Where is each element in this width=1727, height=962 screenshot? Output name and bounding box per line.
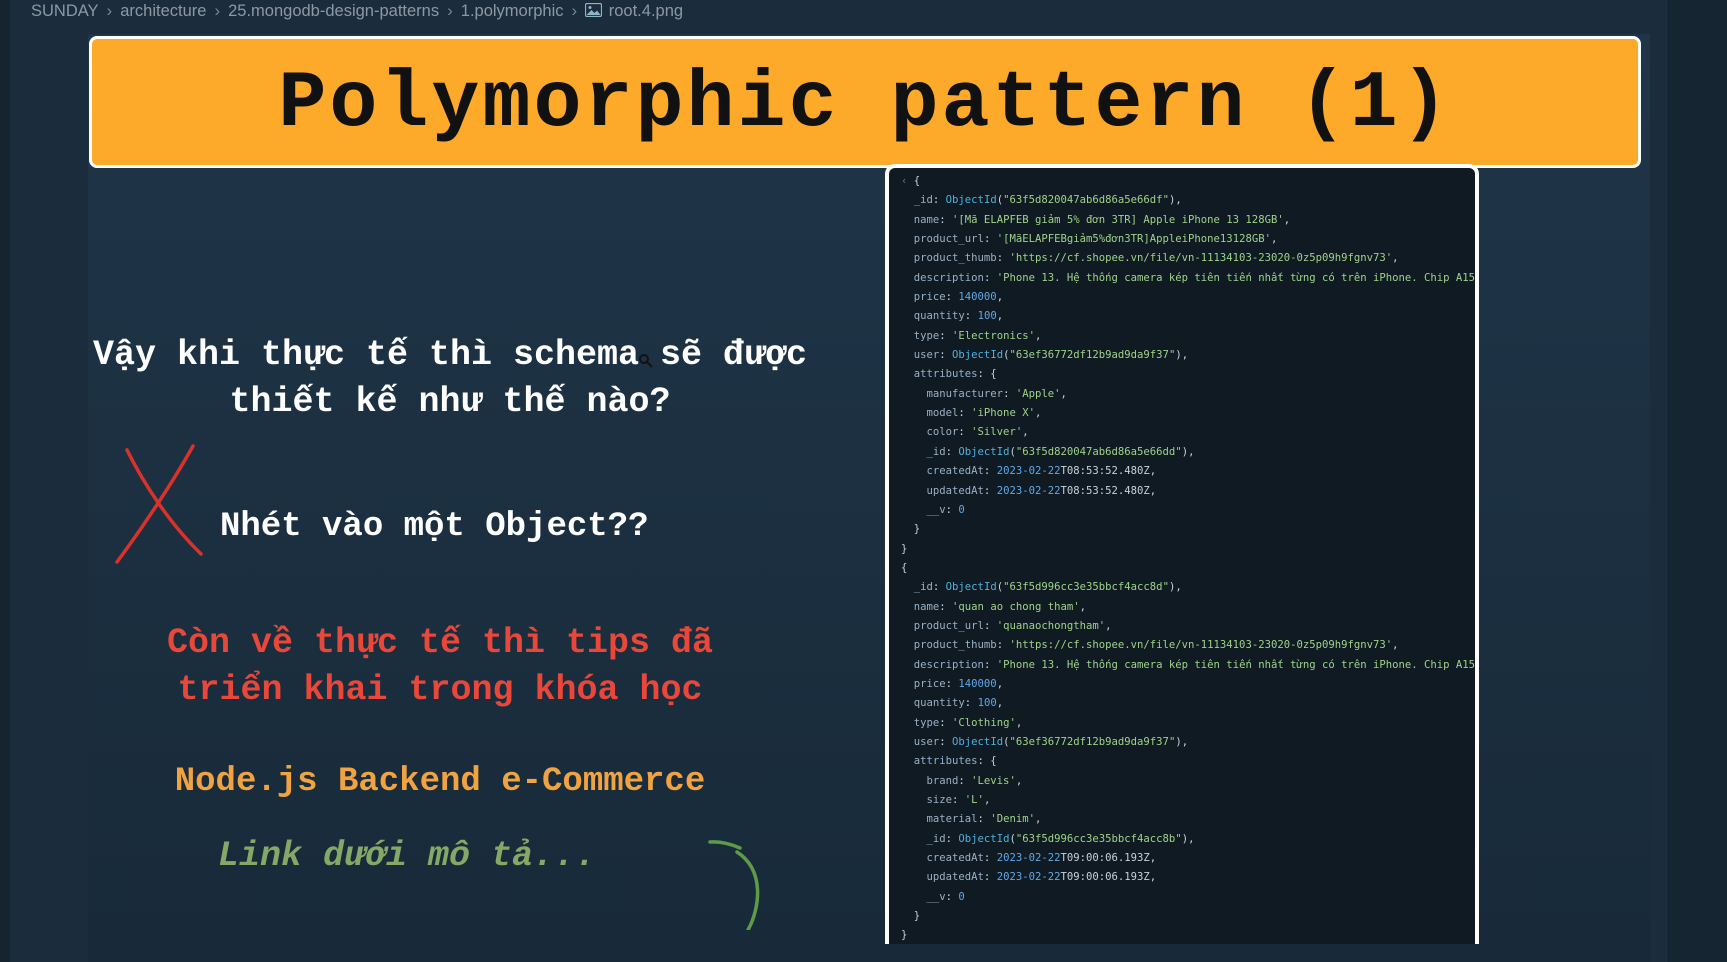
wrong-option-text: Nhét vào một Object?? [220,508,649,546]
image-icon [585,2,603,17]
tips-line-2: triển khai trong khóa học [177,670,703,710]
collapse-caret-icon[interactable]: ‹ [901,175,907,187]
breadcrumb: SUNDAY › architecture › 25.mongodb-desig… [31,0,683,22]
title-banner: Polymorphic pattern (1) [89,36,1641,168]
cursor-icon [639,354,653,368]
chevron-right-icon: › [447,1,453,20]
course-name: Node.js Backend e-Commerce [174,763,706,801]
chevron-right-icon: › [214,1,221,20]
editor-gutter [0,0,10,962]
slide-title: Polymorphic pattern (1) [278,58,1452,150]
curved-arrow-icon [708,840,760,930]
breadcrumb-file-label: root.4.png [608,1,684,20]
breadcrumb-item-sunday[interactable]: SUNDAY [31,2,99,21]
code-panel: ‹ { _id: ObjectId("63f5d820047ab6d86a5e6… [885,164,1479,944]
breadcrumb-item-file[interactable]: root.4.png [585,2,683,21]
link-hint: Link dưới mô tả... [218,836,597,876]
cross-icon [115,444,203,564]
chevron-right-icon: › [106,1,113,20]
breadcrumb-item-polymorphic[interactable]: 1.polymorphic [461,2,564,21]
breadcrumb-item-architecture[interactable]: architecture [120,2,206,21]
editor-scroll-area [1667,0,1727,962]
question-text: Vậy khi thực tế thì schema sẽ được thiết… [20,332,880,426]
code-block: ‹ { _id: ObjectId("63f5d820047ab6d86a5e6… [901,175,1476,942]
breadcrumb-item-design-patterns[interactable]: 25.mongodb-design-patterns [228,2,439,21]
tips-line-1: Còn về thực tế thì tips đã [166,623,714,663]
question-line-2: thiết kế như thế nào? [229,382,671,422]
question-line-1: Vậy khi thực tế thì schema sẽ được [92,335,808,375]
tips-text: Còn về thực tế thì tips đã triển khai tr… [80,620,800,714]
chevron-right-icon: › [571,1,578,20]
